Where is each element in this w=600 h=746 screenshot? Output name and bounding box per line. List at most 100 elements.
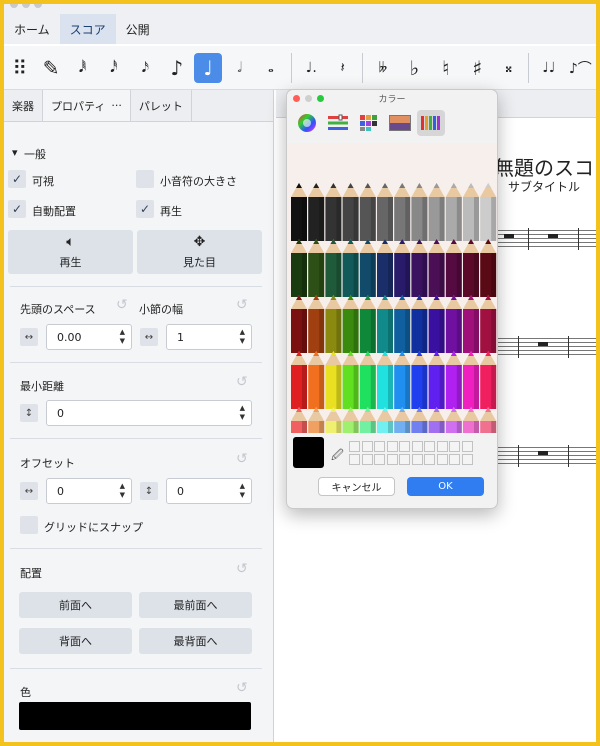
slur-icon[interactable]: ♪⌒ [567, 53, 594, 83]
reset-leading-space-icon[interactable]: ↺ [116, 297, 128, 313]
rest-icon [548, 234, 558, 238]
offset-x-input[interactable]: 0 ▲ ▼ [46, 478, 132, 504]
flat-icon[interactable]: ♭ [401, 53, 428, 83]
custom-swatch-slot[interactable] [424, 454, 435, 465]
natural-icon[interactable]: ♮ [432, 53, 459, 83]
custom-swatch-slot[interactable] [424, 441, 435, 452]
playback-button[interactable]: 🔈︎ 再生 [8, 230, 133, 274]
staff-system[interactable] [488, 336, 596, 358]
custom-swatch-slot[interactable] [399, 454, 410, 465]
color-palettes-icon[interactable] [355, 110, 383, 136]
snap-grid-label: グリッドにスナップ [44, 521, 143, 534]
visible-checkbox[interactable]: ✓ [8, 170, 26, 188]
stepper-arrows-icon[interactable]: ▲ ▼ [120, 482, 125, 500]
toolbar-grip-icon[interactable]: ⠿ [6, 53, 33, 83]
custom-swatch-slot[interactable] [461, 454, 473, 465]
bring-to-front-button[interactable]: 最前面へ [139, 592, 252, 618]
tab-home[interactable]: ホーム [4, 14, 60, 44]
custom-swatch-slot[interactable] [449, 441, 460, 452]
double-sharp-icon[interactable]: 𝄪 [495, 53, 522, 83]
reset-min-distance-icon[interactable]: ↺ [236, 374, 248, 390]
note-eighth-icon[interactable]: ♪ [163, 53, 190, 83]
more-options-icon[interactable]: ··· [111, 99, 122, 112]
cue-size-checkbox[interactable] [136, 170, 154, 188]
note-64th-icon[interactable]: 𝅘𝅥𝅱 [69, 53, 96, 83]
note-quarter-icon[interactable]: ♩ [194, 52, 222, 83]
color-swatch-button[interactable] [19, 702, 251, 730]
send-backward-button[interactable]: 背面へ [19, 628, 132, 654]
leading-space-input[interactable]: 0.00 ▲ ▼ [46, 324, 132, 350]
vertical-arrows-icon: ↕ [20, 404, 38, 422]
send-to-back-button[interactable]: 最背面へ [139, 628, 252, 654]
appearance-label: 見た目 [183, 256, 216, 269]
note-half-icon[interactable]: 𝅗𝅥 [226, 53, 253, 83]
custom-swatch-slot[interactable] [411, 454, 423, 465]
custom-swatch-slot[interactable] [361, 441, 373, 452]
stepper-arrows-icon[interactable]: ▲ ▼ [240, 482, 245, 500]
play-label: 再生 [160, 205, 182, 218]
custom-swatch-slot[interactable] [449, 454, 460, 465]
reset-offset-icon[interactable]: ↺ [236, 451, 248, 467]
color-sliders-icon[interactable] [324, 110, 352, 136]
tab-palettes[interactable]: パレット [131, 90, 192, 121]
reset-measure-width-icon[interactable]: ↺ [236, 297, 248, 313]
tab-publish[interactable]: 公開 [116, 14, 160, 44]
rest-icon[interactable]: 𝄽 [329, 53, 356, 83]
double-flat-icon[interactable]: 𝄫 [369, 53, 396, 83]
custom-swatch-slot[interactable] [374, 454, 385, 465]
offset-y-input[interactable]: 0 ▲ ▼ [166, 478, 252, 504]
custom-swatch-slot[interactable] [374, 441, 385, 452]
divider [10, 286, 262, 287]
appearance-button[interactable]: ✥ 見た目 [137, 230, 262, 274]
image-palettes-icon[interactable] [386, 110, 414, 136]
pencils-icon[interactable] [417, 110, 445, 136]
tab-score[interactable]: スコア [59, 14, 116, 44]
measure-width-input[interactable]: 1 ▲ ▼ [166, 324, 252, 350]
snap-grid-checkbox[interactable] [20, 516, 38, 534]
custom-swatch-slot[interactable] [436, 454, 448, 465]
play-checkbox[interactable]: ✓ [136, 200, 154, 218]
min-distance-input[interactable]: 0 ▲ ▼ [46, 400, 252, 426]
note-input-pencil-icon[interactable]: ✎ [37, 53, 64, 83]
current-color-swatch[interactable] [293, 437, 324, 468]
note-16th-icon[interactable]: 𝅘𝅥𝅯 [132, 53, 159, 83]
pencil-color-grid[interactable] [287, 143, 498, 433]
augmentation-dot-icon[interactable]: ♩. [298, 53, 325, 83]
staff-system[interactable] [488, 228, 596, 250]
custom-swatch-slot[interactable] [436, 441, 448, 452]
rest-icon [538, 342, 548, 346]
cancel-button[interactable]: キャンセル [318, 477, 395, 496]
tab-properties[interactable]: プロパティ ··· [43, 90, 131, 121]
bring-forward-button[interactable]: 前面へ [19, 592, 132, 618]
divider [10, 548, 262, 549]
staff-system[interactable] [488, 445, 596, 467]
reset-arrange-icon[interactable]: ↺ [236, 561, 248, 577]
custom-swatch-slot[interactable] [361, 454, 373, 465]
eyedropper-icon[interactable]: 🖉︎ [331, 446, 344, 467]
offset-x-value: 0 [57, 484, 64, 498]
reset-color-icon[interactable]: ↺ [236, 680, 248, 696]
cue-size-label: 小音符の大きさ [160, 175, 237, 188]
custom-swatch-slot[interactable] [386, 441, 398, 452]
collapse-chevron-icon[interactable]: ▾ [12, 146, 18, 159]
note-whole-icon[interactable]: 𝅝 [257, 53, 284, 83]
custom-swatch-slot[interactable] [386, 454, 398, 465]
tab-instruments[interactable]: 楽器 [4, 90, 43, 121]
sharp-icon[interactable]: ♯ [464, 53, 491, 83]
ok-button[interactable]: OK [407, 477, 484, 496]
general-section-title: 一般 [24, 148, 46, 161]
auto-place-checkbox[interactable]: ✓ [8, 200, 26, 218]
custom-swatch-slot[interactable] [399, 441, 410, 452]
stepper-arrows-icon[interactable]: ▲ ▼ [240, 328, 245, 346]
custom-swatch-slot[interactable] [349, 454, 360, 465]
custom-swatch-slot[interactable] [349, 441, 360, 452]
note-32nd-icon[interactable]: 𝅘𝅥𝅰 [100, 53, 127, 83]
custom-swatch-slot[interactable] [461, 441, 473, 452]
stepper-arrows-icon[interactable]: ▲ ▼ [240, 404, 245, 422]
custom-swatch-slot[interactable] [411, 441, 423, 452]
stepper-arrows-icon[interactable]: ▲ ▼ [120, 328, 125, 346]
score-subtitle[interactable]: サブタイトル [508, 178, 580, 195]
tie-icon[interactable]: ♩♩ [535, 53, 562, 83]
color-wheel-icon[interactable] [293, 110, 321, 136]
score-title[interactable]: 無題のスコア [494, 152, 596, 181]
